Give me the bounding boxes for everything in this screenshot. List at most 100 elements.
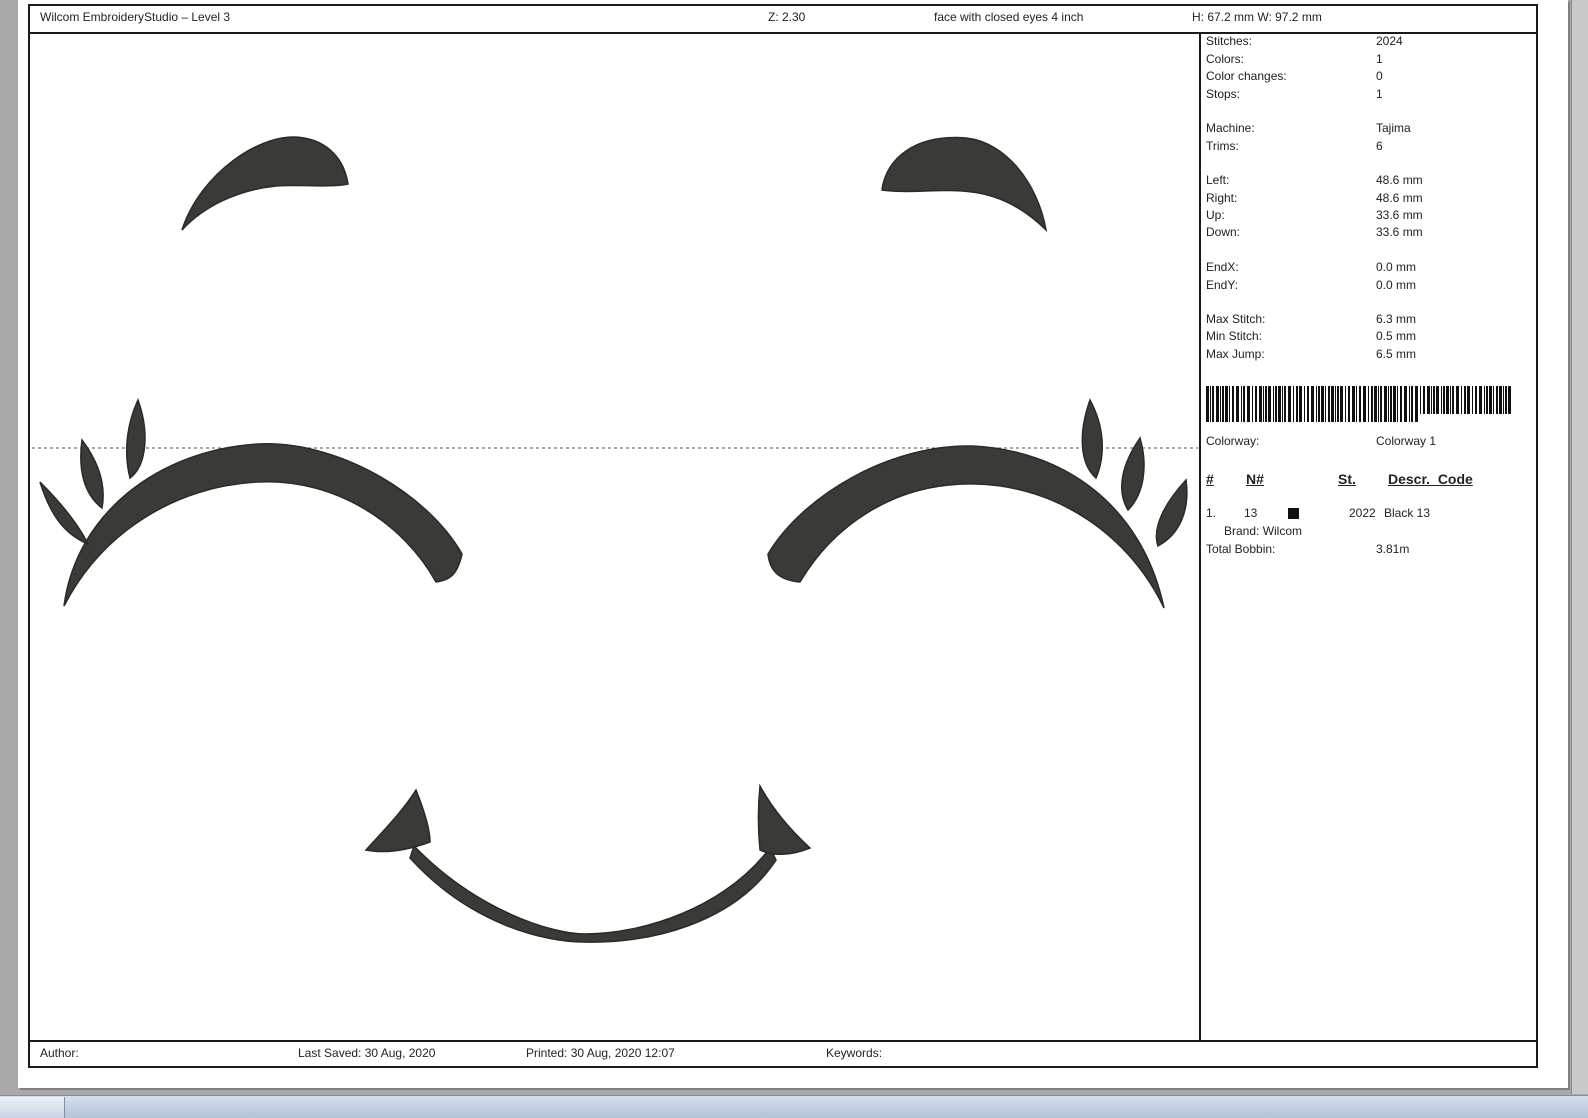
barcode-bar — [1220, 386, 1221, 422]
barcode-bar — [1359, 386, 1361, 422]
barcode-bar — [1293, 386, 1294, 422]
print-preview-sheet: Wilcom EmbroideryStudio – Level 3 Z: 2.3… — [18, 0, 1568, 1088]
barcode-bar — [1282, 386, 1283, 422]
barcode-bar — [1456, 386, 1459, 414]
left-eyelash-2 — [80, 438, 104, 510]
colorway-row: Colorway: Colorway 1 — [1206, 434, 1437, 448]
barcode-bar — [1436, 386, 1439, 414]
stat-row: Down: 33.6 mm — [1206, 225, 1423, 239]
barcode-bar — [1475, 386, 1477, 414]
barcode-bar — [1496, 386, 1498, 414]
barcode-bar — [1499, 386, 1502, 414]
barcode-bar — [1486, 386, 1488, 414]
barcode-bar — [1356, 386, 1357, 422]
barcode-bar — [1390, 386, 1392, 422]
stat-row: Stops: 1 — [1206, 87, 1383, 101]
barcode-bar — [1325, 386, 1326, 422]
right-eyebrow — [881, 136, 1048, 233]
footer-author: Author: — [40, 1046, 79, 1060]
barcode-bar — [1368, 386, 1369, 422]
barcode-bar — [1216, 386, 1219, 422]
barcode-bar — [1252, 386, 1253, 422]
left-eyebrow — [181, 136, 349, 231]
barcode-bar — [1433, 386, 1435, 414]
barcode-bar — [1225, 386, 1228, 422]
barcode-bar — [1212, 386, 1214, 422]
barcode-bar — [1363, 386, 1366, 422]
barcode-bar — [1255, 386, 1257, 422]
col-header-stitches: St. — [1338, 471, 1356, 487]
barcode-bar — [1210, 386, 1211, 422]
barcode-bar — [1236, 386, 1239, 422]
color-number: 13 — [1244, 506, 1258, 520]
barcode-bar — [1331, 386, 1334, 422]
stat-row: Right: 48.6 mm — [1206, 191, 1423, 205]
barcode-bar — [1275, 386, 1277, 422]
footer-keywords: Keywords: — [826, 1046, 883, 1060]
barcode-bar — [1229, 386, 1230, 422]
col-header-descr-code: Descr._Code — [1388, 471, 1473, 487]
design-name: face with closed eyes 4 inch — [934, 10, 1084, 24]
barcode-bar — [1316, 386, 1317, 422]
barcode-bar — [1247, 386, 1250, 422]
barcode-bar — [1411, 386, 1413, 422]
barcode-bar — [1241, 386, 1242, 422]
barcode-bar — [1335, 386, 1336, 422]
right-eyelash-1 — [1081, 398, 1103, 480]
thread-color-swatch — [1288, 508, 1299, 519]
barcode-bar — [1321, 386, 1324, 422]
barcode-bar — [1380, 386, 1382, 422]
barcode-bar — [1420, 386, 1421, 414]
stat-row: Machine: Tajima — [1206, 121, 1411, 135]
barcode-bar — [1278, 386, 1281, 422]
bobbin-row: Total Bobbin: 3.81m — [1206, 542, 1410, 556]
start-button[interactable] — [0, 1097, 65, 1118]
design-dimensions: H: 67.2 mm W: 97.2 mm — [1192, 10, 1322, 24]
stat-row: Left: 48.6 mm — [1206, 173, 1423, 187]
barcode-bar — [1388, 386, 1389, 422]
barcode-bar — [1446, 386, 1449, 414]
barcode-bar — [1427, 386, 1430, 414]
barcode-bar — [1304, 386, 1305, 422]
barcode-bar — [1206, 386, 1209, 422]
mouth-left-corner — [364, 788, 431, 853]
barcode-bar — [1273, 386, 1274, 422]
barcode-bar — [1450, 386, 1451, 414]
barcode-bar — [1296, 386, 1298, 422]
barcode-bar — [1472, 386, 1473, 414]
smile-mouth — [409, 844, 777, 943]
barcode-bar — [1503, 386, 1504, 414]
barcode-bar — [1345, 386, 1346, 422]
thread-brand: Brand: Wilcom — [1224, 524, 1303, 538]
right-eyelash-2 — [1121, 436, 1145, 512]
left-eyelash-3 — [126, 398, 146, 480]
barcode-bar — [1374, 386, 1377, 422]
barcode-bar — [1400, 386, 1402, 422]
barcode-bar — [1467, 386, 1470, 414]
embroidery-design — [32, 136, 1198, 943]
stat-row: Up: 33.6 mm — [1206, 208, 1423, 222]
barcode-bar — [1393, 386, 1396, 422]
barcode-bar — [1371, 386, 1373, 422]
barcode-bar — [1461, 386, 1462, 414]
footer-printed: Printed: 30 Aug, 2020 12:07 — [526, 1046, 675, 1060]
barcode-bar — [1284, 386, 1286, 422]
barcode-bar — [1404, 386, 1407, 422]
stat-row: Color changes: 0 — [1206, 69, 1383, 83]
barcode-bar — [1464, 386, 1466, 414]
barcode-bar — [1243, 386, 1245, 422]
barcode-bar — [1337, 386, 1339, 422]
barcode-bar — [1232, 386, 1234, 422]
vertical-scrollbar[interactable] — [1571, 0, 1588, 1094]
stat-row: EndY: 0.0 mm — [1206, 278, 1417, 292]
barcode-bar — [1489, 386, 1492, 414]
stat-row: Colors: 1 — [1206, 52, 1383, 66]
barcode-bar — [1318, 386, 1320, 422]
left-eyelash-1 — [39, 481, 90, 546]
barcode-bar — [1397, 386, 1398, 422]
barcode-bar — [1340, 386, 1343, 422]
barcode-bar — [1288, 386, 1291, 422]
barcode-bar — [1431, 386, 1432, 414]
stat-row: Max Stitch: 6.3 mm — [1206, 312, 1417, 326]
app-title: Wilcom EmbroideryStudio – Level 3 — [40, 10, 231, 24]
